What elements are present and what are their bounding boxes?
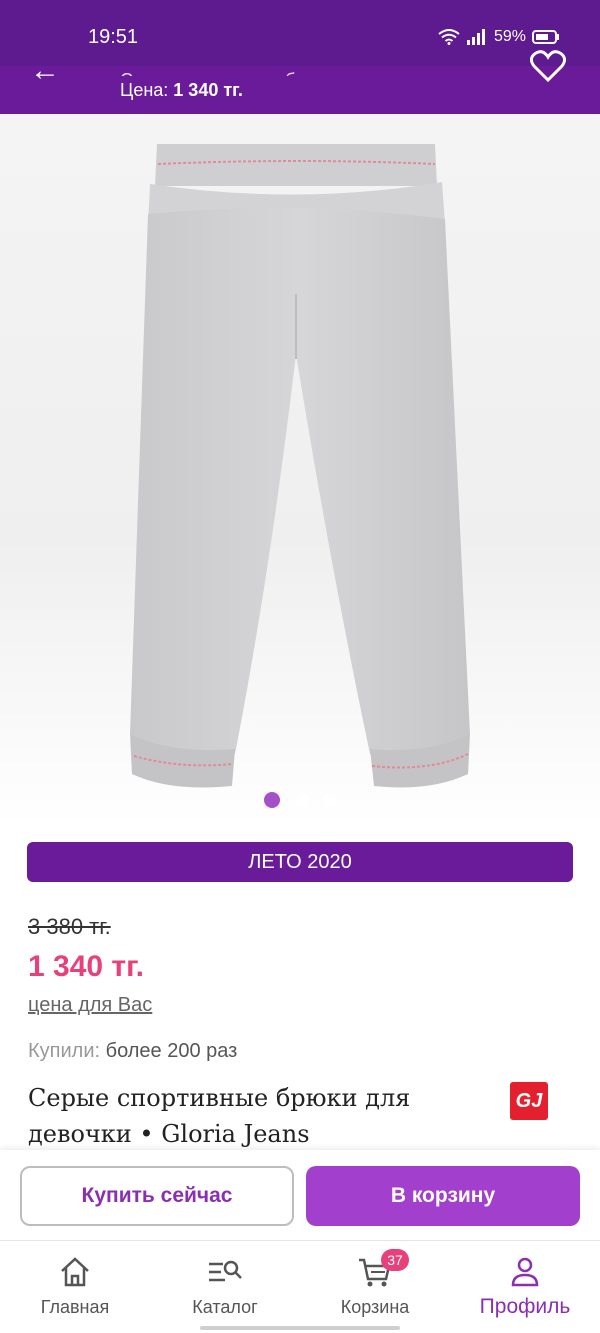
bottom-navigation: Главная Каталог 37 Корзина Профиль: [0, 1240, 600, 1332]
purchase-count-label: Купили:: [28, 1040, 101, 1062]
action-bar: Купить сейчас В корзину: [0, 1150, 600, 1240]
home-indicator: [200, 1326, 400, 1330]
gallery-pagination: [0, 792, 600, 808]
gallery-dot-2[interactable]: [296, 794, 308, 806]
battery-percent: 59%: [493, 28, 526, 45]
header-price-value: 1 340 тг.: [173, 80, 243, 100]
header-price: Цена: 1 340 тг.: [120, 80, 243, 101]
product-title: Серые спортивные брюки для девочки • Glo…: [28, 1080, 488, 1152]
header-title: Серые спортивные брюки: [120, 70, 500, 76]
product-title-line-2: девочки • Gloria Jeans: [28, 1120, 310, 1148]
header-price-label: Цена:: [120, 80, 169, 100]
tab-cart-label: Корзина: [340, 1297, 410, 1317]
back-arrow-icon[interactable]: ←: [30, 56, 60, 86]
status-bar: 19:51 59%: [0, 0, 600, 66]
tab-profile-label: Профиль: [479, 1295, 571, 1318]
buy-now-button[interactable]: Купить сейчас: [20, 1166, 294, 1226]
add-to-cart-button[interactable]: В корзину: [306, 1166, 580, 1226]
status-time: 19:51: [88, 26, 139, 48]
product-image: [130, 144, 470, 788]
wifi-icon: [438, 29, 460, 45]
product-image-gallery[interactable]: [0, 114, 600, 828]
tab-home-label: Главная: [40, 1297, 110, 1317]
tab-catalog-label: Каталог: [192, 1297, 258, 1317]
gallery-dot-3[interactable]: [324, 794, 336, 806]
current-price: 1 340 тг.: [28, 950, 144, 983]
tab-catalog[interactable]: Каталог: [150, 1241, 300, 1333]
tab-profile[interactable]: Профиль: [450, 1241, 600, 1333]
catalog-search-icon: [209, 1260, 242, 1282]
status-icons: 59%: [438, 28, 560, 46]
purchase-count: Купили: более 200 раз: [28, 1040, 237, 1063]
profile-icon: [511, 1257, 539, 1287]
tab-cart[interactable]: 37 Корзина: [300, 1241, 450, 1333]
purchase-count-value: более 200 раз: [105, 1040, 238, 1062]
product-header: ← Серые спортивные брюки Цена: 1 340 тг.: [0, 50, 600, 114]
product-title-line-1: Серые спортивные брюки для: [28, 1084, 411, 1112]
tab-home[interactable]: Главная: [0, 1241, 150, 1333]
home-icon: [61, 1257, 89, 1287]
price-for-you-link[interactable]: цена для Вас: [28, 994, 152, 1017]
gallery-dot-1[interactable]: [264, 792, 280, 808]
brand-logo[interactable]: GJ: [510, 1082, 548, 1120]
battery-icon: [532, 30, 559, 44]
favorite-heart-icon[interactable]: [530, 50, 566, 82]
season-badge: ЛЕТО 2020: [27, 842, 573, 882]
signal-icon: [466, 29, 485, 45]
old-price: 3 380 тг.: [28, 914, 111, 939]
cart-badge: 37: [381, 1249, 409, 1271]
